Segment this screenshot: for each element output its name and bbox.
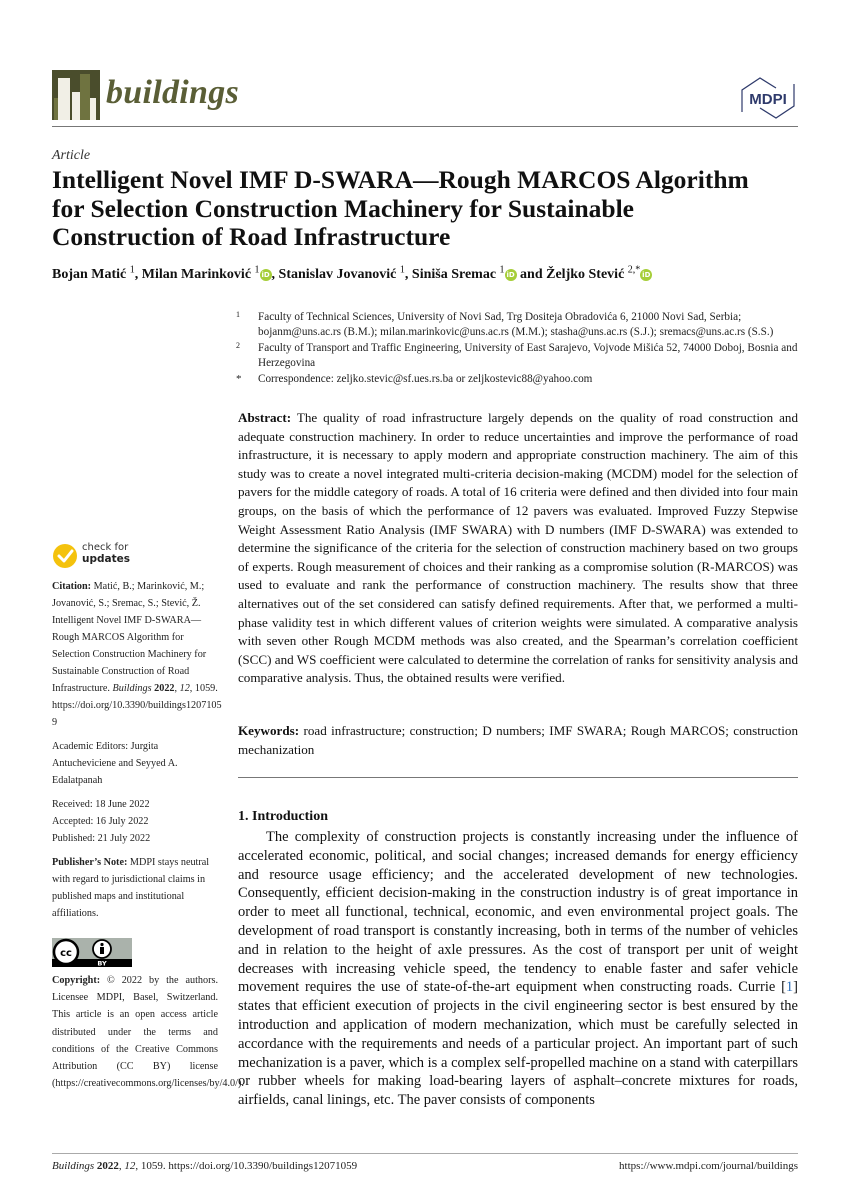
section-heading-introduction: 1. Introduction [238,809,328,824]
cc-by-license-icon[interactable]: cc BY [52,938,132,967]
academic-editors: Academic Editors: Jurgita Antucheviciene… [52,741,178,786]
author-name[interactable]: Milan Marinković [142,267,251,282]
abstract-text: The quality of road infrastructure large… [238,410,798,686]
footer-journal-url[interactable]: https://www.mdpi.com/journal/buildings [619,1160,798,1172]
intro-text-part1: The complexity of construction projects … [238,829,798,996]
received-date: Received: 18 June 2022 [52,799,150,810]
author: Bojan Matić 1, [52,264,142,282]
footer-divider [52,1153,798,1154]
author-separator: , [134,266,142,282]
author-affiliation-mark: 1 [254,264,260,275]
article-sidebar: Citation: Matić, B.; Marinković, M.; Jov… [52,578,222,929]
cc-text: cc [60,948,72,959]
abstract-divider [238,777,798,778]
citation-article: , 1059. [189,683,218,694]
by-text: BY [97,960,107,968]
affiliation-text: Faculty of Transport and Traffic Enginee… [258,341,798,370]
author-name[interactable]: Željko Stević [546,267,624,282]
citation-label: Citation: [52,581,92,592]
author-affiliation-mark: 1 [499,264,505,275]
author: Milan Marinković 1 iD, [142,264,279,282]
affiliations: 1 Faculty of Technical Sciences, Universi… [236,310,806,387]
intro-text-part2: ] states that efficient execution of pro… [238,979,798,1109]
author-separator: and [516,266,547,282]
author-separator: , [271,266,279,282]
copyright-notice: Copyright: © 2022 by the authors. Licens… [52,972,244,1092]
author-separator: , [404,266,412,282]
orcid-icon[interactable]: iD [640,268,653,281]
affiliation-text: Correspondence: zeljko.stevic@sf.ues.rs.… [258,372,593,385]
author-name[interactable]: Siniša Sremac [412,267,496,282]
footer-doi[interactable]: , 1059. https://doi.org/10.3390/building… [135,1160,357,1172]
citation: Citation: Matić, B.; Marinković, M.; Jov… [52,581,222,728]
check-for-updates-button[interactable]: check for updates [52,542,162,572]
check-updates-line1: check for [82,542,129,553]
author-name[interactable]: Stanislav Jovanović [279,267,397,282]
citation-journal: Buildings [112,683,152,694]
author-name[interactable]: Bojan Matić [52,267,126,282]
accepted-date: Accepted: 16 July 2022 [52,816,149,827]
header-divider [52,126,798,127]
footer-volume: 12 [124,1160,136,1172]
published-date: Published: 21 July 2022 [52,833,151,844]
affiliation-mark: * [236,372,242,385]
introduction-paragraph: The complexity of construction projects … [238,828,798,1110]
author: Siniša Sremac 1 iD and [412,264,547,282]
publisher-note-label: Publisher’s Note: [52,857,128,868]
citation-year: 2022 [154,683,175,694]
citation-volume: 12 [179,683,190,694]
mdpi-logo-icon: MDPI [741,77,795,119]
author: Stanislav Jovanović 1, [279,264,412,282]
keywords: Keywords: road infrastructure; construct… [238,722,798,759]
journal-name: buildings [106,74,240,111]
publisher-note: Publisher’s Note: MDPI stays neutral wit… [52,854,222,922]
affiliation-text: Faculty of Technical Sciences, Universit… [258,311,774,339]
author: Željko Stević 2,* iD [546,264,653,282]
check-updates-line2: updates [82,553,130,565]
citation-doi-link[interactable]: https://doi.org/10.3390/buildings1207105… [52,700,222,728]
article-type: Article [52,148,91,163]
affiliation-item: 2 Faculty of Transport and Traffic Engine… [236,341,806,372]
affiliation-item: 1 Faculty of Technical Sciences, Universi… [236,310,806,341]
copyright-text: © 2022 by the authors. Licensee MDPI, Ba… [52,975,244,1090]
citation-text: Matić, B.; Marinković, M.; Jovanović, S.… [52,581,207,694]
author-affiliation-mark: 2,* [627,264,641,275]
footer-citation: Buildings 2022, 12, 1059. https://doi.or… [52,1160,358,1172]
affiliation-item: * Correspondence: zeljko.stevic@sf.ues.rs… [236,372,806,387]
keywords-text: road infrastructure; construction; D num… [238,723,798,757]
footer-year: 2022 [96,1160,119,1172]
affiliation-mark: 2 [236,340,240,350]
keywords-label: Keywords: [238,723,300,738]
abstract: Abstract: The quality of road infrastruc… [238,409,798,688]
orcid-icon[interactable]: iD [504,268,517,281]
journal-logo-icon [52,70,100,120]
copyright-label: Copyright: [52,975,101,986]
footer-journal: Buildings [52,1160,95,1172]
mdpi-logo-text: MDPI [749,91,787,108]
orcid-icon[interactable]: iD [259,268,272,281]
check-updates-icon [53,544,77,568]
abstract-label: Abstract: [238,410,292,425]
author-list: Bojan Matić 1, Milan Marinković 1 iD, Sta… [52,264,653,283]
article-title: Intelligent Novel IMF D-SWARA—Rough MARC… [52,165,749,251]
affiliation-mark: 1 [236,310,240,319]
